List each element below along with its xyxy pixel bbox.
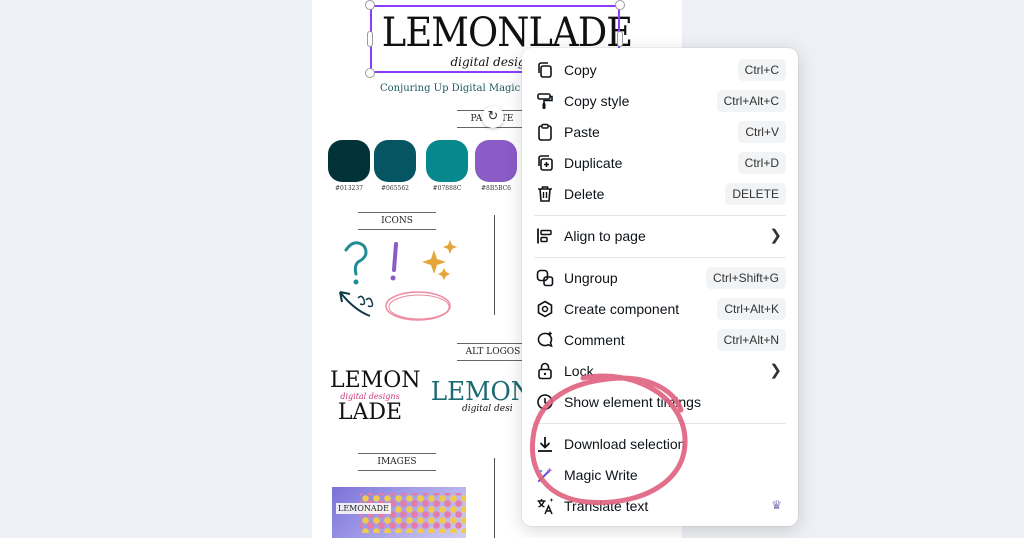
divider-line: [494, 215, 495, 315]
context-menu: Copy Ctrl+C Copy style Ctrl+Alt+C Paste …: [522, 48, 798, 526]
menu-divider: [534, 423, 786, 424]
shortcut-badge: Ctrl+Alt+N: [716, 329, 786, 351]
menu-label: Paste: [564, 124, 600, 140]
shortcut-badge: Ctrl+Alt+K: [717, 298, 786, 320]
menu-label: Translate text: [564, 498, 649, 514]
alt-logo1-top: LEMON: [330, 368, 421, 393]
swatch-4: [475, 140, 517, 182]
resize-handle-top-right[interactable]: [615, 0, 625, 10]
swatch-code-1: #013237: [335, 185, 363, 192]
premium-crown-icon: ♛: [771, 498, 782, 512]
sparkle-icon: [422, 250, 446, 274]
swatch-2: [374, 140, 416, 182]
menu-item-align-to-page[interactable]: Align to page ❯: [522, 221, 798, 251]
menu-label: Copy style: [564, 93, 630, 109]
keyboard-image: LEMONADE: [332, 487, 466, 538]
shortcut-badge: Ctrl+V: [738, 121, 786, 143]
duplicate-icon: [538, 155, 553, 171]
menu-item-delete[interactable]: Delete DELETE: [522, 179, 798, 209]
align-icon: [537, 228, 552, 244]
download-icon: [538, 437, 552, 452]
menu-item-download-selection[interactable]: Download selection: [522, 429, 798, 459]
menu-label: Lock: [564, 363, 594, 379]
menu-label: Align to page: [564, 228, 646, 244]
menu-item-duplicate[interactable]: Duplicate Ctrl+D: [522, 148, 798, 178]
alt-logo2-script: digital desi: [462, 404, 513, 414]
swatch-1: [328, 140, 370, 182]
lock-icon: [538, 362, 552, 380]
icons-heading: ICONS: [358, 212, 436, 230]
chevron-right-icon: ❯: [769, 227, 782, 244]
component-icon: [537, 300, 553, 318]
shortcut-badge: Ctrl+Alt+C: [716, 90, 786, 112]
shortcut-badge: Ctrl+D: [737, 152, 786, 174]
copy-icon: [538, 62, 552, 78]
menu-label: Comment: [564, 332, 625, 348]
paint-roller-icon: [537, 93, 553, 109]
menu-divider: [534, 257, 786, 258]
menu-item-copy-style[interactable]: Copy style Ctrl+Alt+C: [522, 86, 798, 116]
images-heading: IMAGES: [358, 453, 436, 471]
arrow-icon: [339, 291, 371, 317]
magic-wand-icon: [537, 467, 553, 483]
alt-logo-stacked: LEMON digital designs LADE: [330, 370, 420, 425]
swatch-code-4: #8B5BC6: [481, 185, 511, 192]
menu-item-create-component[interactable]: Create component Ctrl+Alt+K: [522, 294, 798, 324]
comment-icon: [537, 331, 553, 348]
resize-handle-left[interactable]: [367, 31, 373, 47]
question-mark-icon: [344, 241, 368, 276]
menu-item-translate-text[interactable]: Translate text ♛: [522, 491, 798, 521]
menu-label: Magic Write: [564, 467, 638, 483]
swatch-code-3: #07888C: [432, 185, 462, 192]
menu-item-copy[interactable]: Copy Ctrl+C: [522, 55, 798, 85]
clock-icon: [537, 394, 553, 410]
menu-item-magic-write[interactable]: Magic Write: [522, 460, 798, 490]
exclamation-icon: [392, 242, 398, 272]
menu-item-lock[interactable]: Lock ❯: [522, 356, 798, 386]
shortcut-badge: DELETE: [725, 183, 786, 205]
menu-label: Download selection: [564, 436, 686, 452]
swatch-3: [426, 140, 468, 182]
resize-handle-bottom-left[interactable]: [365, 68, 375, 78]
swatch-code-2: #065562: [381, 185, 409, 192]
menu-item-comment[interactable]: Comment Ctrl+Alt+N: [522, 325, 798, 355]
alt-logo1-bottom: LADE: [337, 400, 403, 425]
resize-handle-top-left[interactable]: [365, 0, 375, 10]
chevron-right-icon: ❯: [769, 362, 782, 379]
rotate-icon[interactable]: ↻: [482, 106, 504, 128]
menu-label: Show element timings: [564, 394, 701, 410]
clipboard-icon: [538, 123, 552, 141]
menu-item-ungroup[interactable]: Ungroup Ctrl+Shift+G: [522, 263, 798, 293]
alt-logos-heading: ALT LOGOS: [457, 343, 529, 361]
menu-label: Duplicate: [564, 155, 623, 171]
divider-line-2: [494, 458, 495, 538]
translate-icon: [537, 498, 554, 515]
ungroup-icon: [536, 269, 554, 287]
menu-item-paste[interactable]: Paste Ctrl+V: [522, 117, 798, 147]
menu-item-show-element-timings[interactable]: Show element timings: [522, 387, 798, 417]
menu-label: Copy: [564, 62, 597, 78]
alt-logo-horizontal: LEMONL: [430, 377, 549, 407]
shortcut-badge: Ctrl+Shift+G: [705, 267, 786, 289]
thumb-text: LEMONADE: [336, 503, 391, 514]
menu-label: Create component: [564, 301, 680, 317]
menu-label: Delete: [564, 186, 605, 202]
shortcut-badge: Ctrl+C: [737, 59, 786, 81]
trash-icon: [538, 186, 552, 202]
menu-divider: [534, 215, 786, 216]
resize-handle-right[interactable]: [617, 31, 623, 47]
doodle-icons: [339, 240, 457, 321]
menu-label: Ungroup: [564, 270, 618, 286]
